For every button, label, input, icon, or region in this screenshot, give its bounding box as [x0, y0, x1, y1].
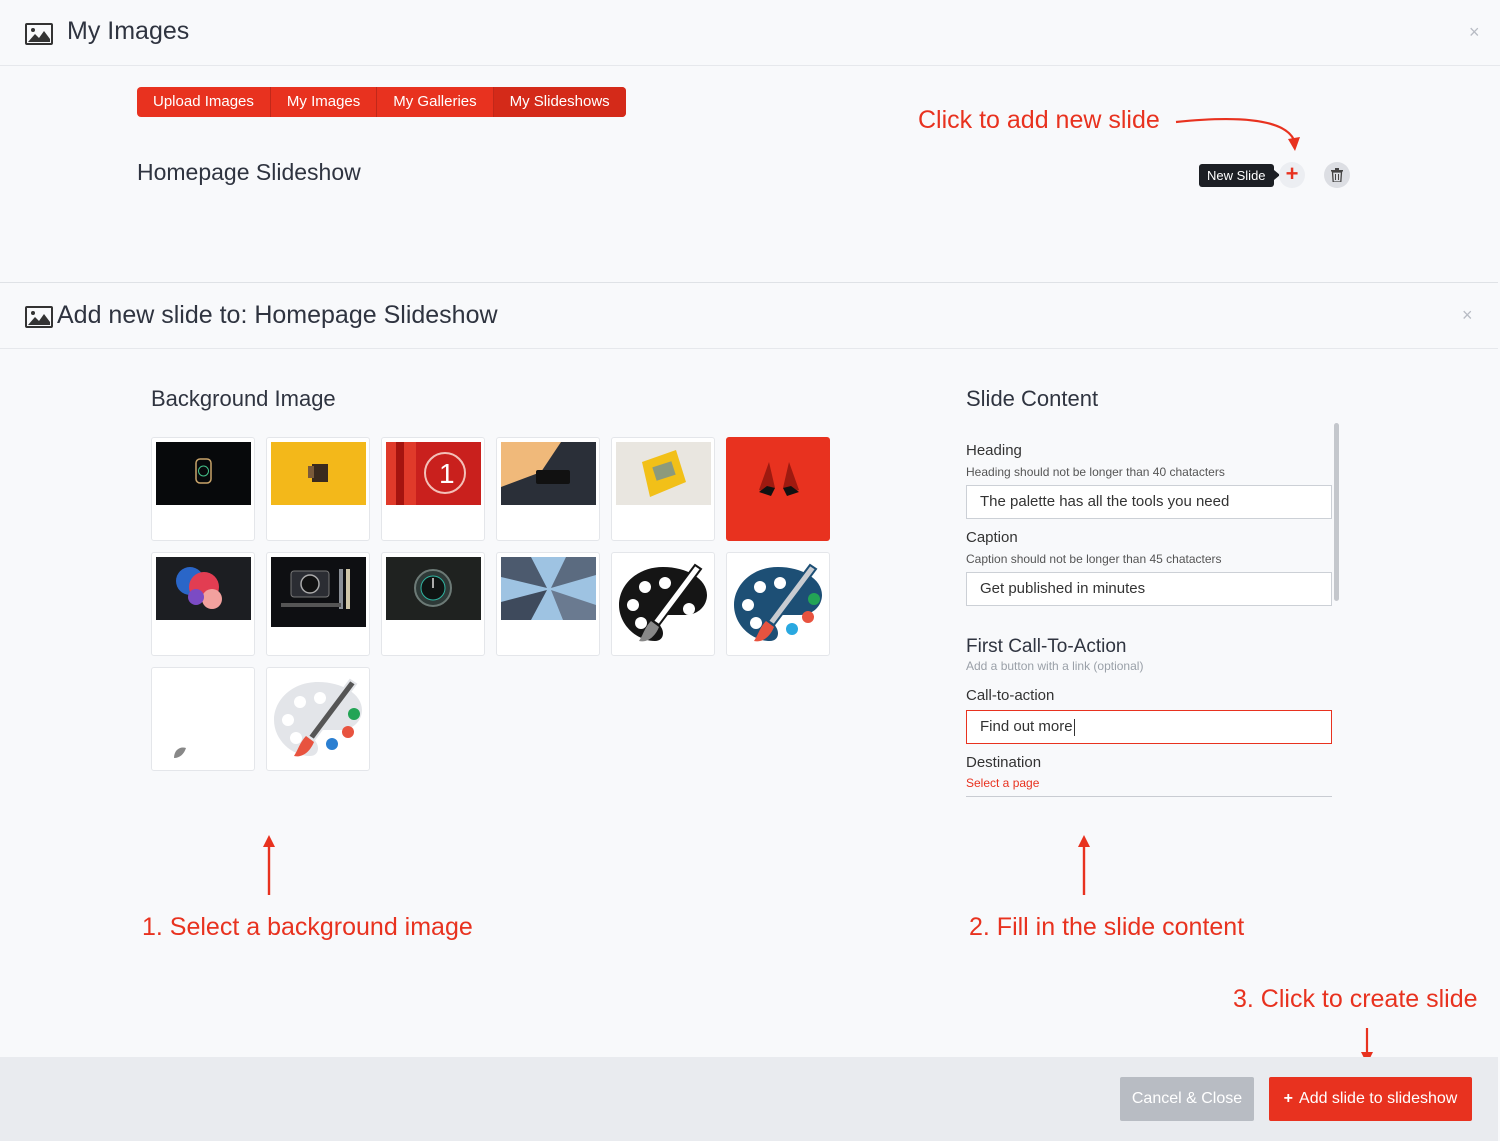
image-icon	[25, 306, 53, 328]
caption-label: Caption	[966, 529, 1018, 546]
annotation-step2: 2. Fill in the slide content	[969, 913, 1245, 941]
delete-slideshow-button[interactable]	[1324, 162, 1350, 188]
heading-hint: Heading should not be longer than 40 cha…	[966, 465, 1225, 479]
thumb-phone-on-desk[interactable]	[496, 437, 600, 541]
cta-section-title: First Call-To-Action	[966, 636, 1127, 657]
add-slide-button[interactable]: + Add slide to slideshow	[1269, 1077, 1472, 1121]
thumb-blank-image[interactable]	[151, 667, 255, 771]
new-slide-tooltip: New Slide	[1199, 164, 1280, 187]
annotation-step1: 1. Select a background image	[142, 913, 473, 941]
heading-value: The palette has all the tools you need	[980, 493, 1230, 510]
background-image-title: Background Image	[151, 386, 336, 411]
image-icon	[25, 23, 53, 45]
tab-my-galleries[interactable]: My Galleries	[377, 87, 494, 117]
annotation-arrow-up-2	[1078, 835, 1090, 895]
plus-icon: +	[1283, 1090, 1294, 1107]
plus-icon: +	[1285, 161, 1299, 186]
close-icon[interactable]: ×	[1462, 305, 1473, 326]
slide-content-title: Slide Content	[966, 386, 1099, 411]
modal-title: Add new slide to: Homepage Slideshow	[57, 301, 498, 329]
my-images-header: My Images ×	[0, 0, 1500, 66]
add-slide-label: Add slide to slideshow	[1299, 1090, 1458, 1107]
annotation-arrow-curved	[1175, 118, 1300, 151]
caption-input[interactable]: Get published in minutes	[966, 572, 1332, 606]
svg-text:1: 1	[439, 458, 455, 489]
thumb-red-shoes-on-red[interactable]	[726, 437, 830, 541]
tab-my-slideshows[interactable]: My Slideshows	[493, 87, 626, 117]
annotation-add-slide: Click to add new slide	[918, 106, 1160, 134]
cta-value: Find out more	[980, 718, 1073, 735]
modal-footer: Cancel & Close + Add slide to slideshow	[0, 1057, 1498, 1141]
trash-icon	[1331, 168, 1343, 182]
thumb-camera-gear-flatlay[interactable]	[266, 552, 370, 656]
thumb-watch-dial-dark[interactable]	[381, 552, 485, 656]
thumb-palette-blue[interactable]	[726, 552, 830, 656]
slideshow-title: Homepage Slideshow	[137, 159, 361, 185]
tab-my-images[interactable]: My Images	[271, 87, 378, 117]
thumb-red-number-one[interactable]: 1	[381, 437, 485, 541]
thumb-colorful-smoke[interactable]	[151, 552, 255, 656]
annotation-step3: 3. Click to create slide	[1233, 985, 1478, 1013]
thumb-yellow-casio-watch[interactable]	[611, 437, 715, 541]
close-icon[interactable]: ×	[1469, 22, 1480, 43]
text-caret	[1073, 718, 1075, 736]
destination-divider	[966, 796, 1332, 797]
thumb-skyscrapers-looking-up[interactable]	[496, 552, 600, 656]
thumb-camera-on-yellow[interactable]	[266, 437, 370, 541]
cta-label: Call-to-action	[966, 687, 1055, 704]
heading-input[interactable]: The palette has all the tools you need	[966, 485, 1332, 519]
caption-hint: Caption should not be longer than 45 cha…	[966, 552, 1222, 566]
my-images-window: My Images × Upload Images My Images My G…	[0, 0, 1500, 262]
thumb-smartwatch-dark[interactable]	[151, 437, 255, 541]
select-page-link[interactable]: Select a page	[966, 776, 1039, 790]
caption-value: Get published in minutes	[980, 580, 1146, 597]
add-slide-modal: Add new slide to: Homepage Slideshow × B…	[0, 282, 1498, 1141]
thumb-palette-black[interactable]	[611, 552, 715, 656]
new-slide-button[interactable]: +	[1279, 162, 1305, 188]
heading-label: Heading	[966, 442, 1022, 459]
cta-input[interactable]: Find out more	[966, 710, 1332, 744]
window-title: My Images	[67, 17, 190, 45]
destination-label: Destination	[966, 754, 1042, 771]
tab-bar: Upload Images My Images My Galleries My …	[137, 87, 626, 117]
thumb-palette-light[interactable]	[266, 667, 370, 771]
cancel-close-button[interactable]: Cancel & Close	[1120, 1077, 1254, 1121]
form-scrollbar[interactable]	[1334, 423, 1339, 601]
modal-header: Add new slide to: Homepage Slideshow ×	[0, 283, 1498, 349]
tab-upload-images[interactable]: Upload Images	[137, 87, 271, 117]
annotation-arrow-up-1	[263, 835, 275, 895]
cta-hint: Add a button with a link (optional)	[966, 659, 1144, 673]
